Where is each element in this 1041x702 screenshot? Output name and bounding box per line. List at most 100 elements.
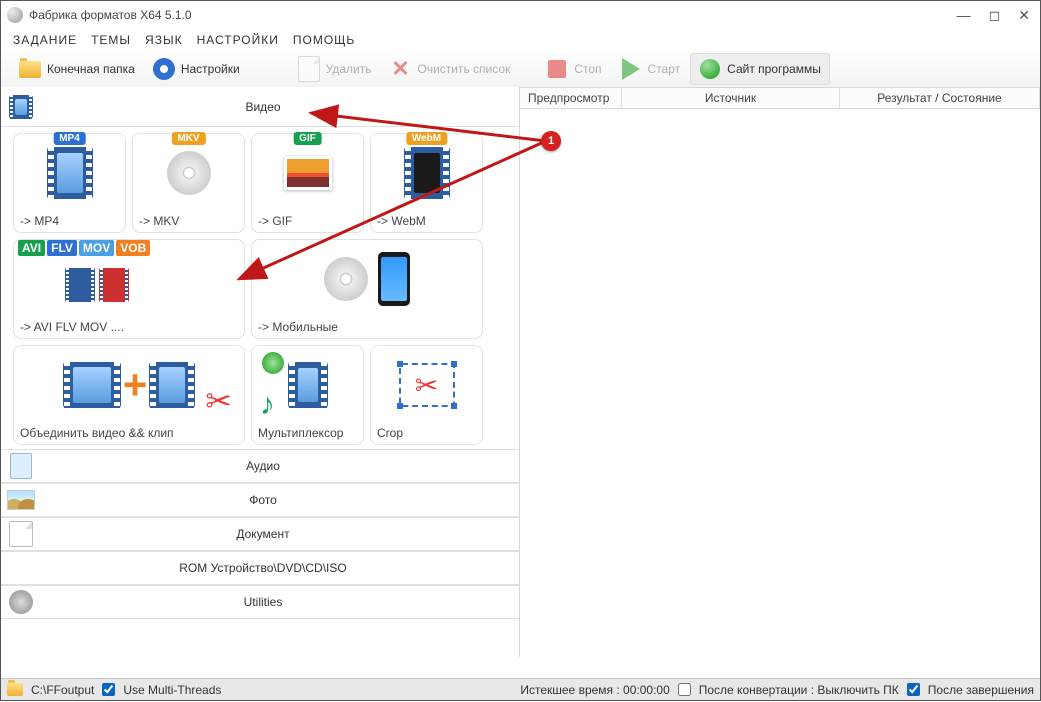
recycle-icon (262, 352, 284, 374)
gear-icon (7, 589, 35, 615)
maximize-button[interactable]: ◻ (989, 7, 1001, 24)
annotation-marker: 1 (541, 131, 561, 151)
card-mobile[interactable]: -> Мобильные (251, 239, 483, 339)
output-folder-label: Конечная папка (47, 62, 135, 76)
card-mux[interactable]: ♪ Мультиплексор (251, 345, 364, 445)
category-utilities-label: Utilities (41, 595, 519, 609)
disc-icon (7, 555, 35, 581)
delete-label: Удалить (326, 62, 372, 76)
elapsed-time: Истекшее время : 00:00:00 (520, 683, 669, 697)
stop-label: Стоп (574, 62, 601, 76)
menu-settings[interactable]: НАСТРОЙКИ (197, 33, 279, 47)
folder-icon (19, 58, 41, 80)
filmstrip-icon (63, 362, 121, 408)
file-list[interactable] (520, 109, 1040, 657)
filmstrip-icon (7, 94, 35, 120)
category-utilities[interactable]: Utilities (1, 585, 519, 619)
category-photo[interactable]: Фото (1, 483, 519, 517)
filmstrip-icon (149, 362, 195, 408)
card-join[interactable]: + ✂ Объединить видео && клип (13, 345, 245, 445)
window-controls: — ◻ ✕ (957, 7, 1034, 24)
settings-button[interactable]: Настройки (145, 54, 248, 84)
clear-list-button[interactable]: ✕ Очистить список (381, 54, 518, 84)
category-audio-label: Аудио (41, 459, 519, 473)
minimize-button[interactable]: — (957, 7, 971, 24)
multithread-label: Use Multi-Threads (123, 683, 221, 697)
menubar: ЗАДАНИЕ ТЕМЫ ЯЗЫК НАСТРОЙКИ ПОМОЩЬ (1, 29, 1040, 51)
statusbar: C:\FFoutput Use Multi-Threads Истекшее в… (1, 678, 1040, 700)
card-crop[interactable]: ✂ Crop (370, 345, 483, 445)
titlebar: Фабрика форматов X64 5.1.0 — ◻ ✕ (1, 1, 1040, 29)
disc-icon (167, 151, 211, 195)
website-label: Сайт программы (727, 62, 821, 76)
stop-icon (546, 58, 568, 80)
gif-badge: GIF (293, 132, 322, 145)
right-pane: Предпросмотр Источник Результат / Состоя… (520, 87, 1040, 657)
menu-help[interactable]: ПОМОЩЬ (293, 33, 355, 47)
card-webm[interactable]: WebM -> WebM (370, 133, 483, 233)
category-document-label: Документ (41, 527, 519, 541)
disc-icon (133, 268, 161, 296)
menu-language[interactable]: ЯЗЫК (145, 33, 183, 47)
category-photo-label: Фото (41, 493, 519, 507)
card-mkv-label: -> MKV (133, 212, 244, 228)
note-icon (7, 453, 35, 479)
toolbar: Конечная папка Настройки Удалить ✕ Очист… (1, 51, 1040, 87)
clear-list-label: Очистить список (417, 62, 510, 76)
start-button[interactable]: Старт (612, 54, 689, 84)
multithread-checkbox[interactable] (102, 683, 115, 696)
sunset-icon (284, 156, 332, 190)
card-gif[interactable]: GIF -> GIF (251, 133, 364, 233)
post-finish-label: После завершения (928, 683, 1034, 697)
post-convert-label: После конвертации : Выключить ПК (699, 683, 899, 697)
card-multi-label: -> AVI FLV MOV .... (14, 318, 244, 334)
gear-icon (153, 58, 175, 80)
post-finish-checkbox[interactable] (907, 683, 920, 696)
category-document[interactable]: Документ (1, 517, 519, 551)
card-webm-label: -> WebM (371, 212, 482, 228)
play-icon (620, 58, 642, 80)
col-preview[interactable]: Предпросмотр (520, 88, 622, 108)
website-button[interactable]: Сайт программы (690, 53, 830, 85)
list-header: Предпросмотр Источник Результат / Состоя… (520, 87, 1040, 109)
close-button[interactable]: ✕ (1018, 7, 1030, 24)
left-pane: Видео MP4 -> MP4 MKV -> MKV GIF (1, 87, 520, 657)
delete-button[interactable]: Удалить (290, 54, 380, 84)
disc-icon (324, 257, 368, 301)
start-label: Старт (648, 62, 681, 76)
filmstrip-icon (99, 268, 129, 302)
crop-frame-icon: ✂ (399, 363, 455, 407)
category-video-label: Видео (41, 100, 519, 114)
x-icon: ✕ (389, 58, 411, 80)
video-grid: MP4 -> MP4 MKV -> MKV GIF -> GIF (1, 127, 519, 449)
stop-button[interactable]: Стоп (538, 54, 609, 84)
card-mp4-label: -> MP4 (14, 212, 125, 228)
card-crop-label: Crop (371, 424, 482, 440)
phone-icon (378, 252, 410, 306)
output-folder-button[interactable]: Конечная папка (11, 54, 143, 84)
col-result[interactable]: Результат / Состояние (840, 88, 1040, 108)
menu-themes[interactable]: ТЕМЫ (91, 33, 131, 47)
category-audio[interactable]: Аудио (1, 449, 519, 483)
multi-badges: AVIFLVMOVVOB (18, 240, 150, 256)
category-video[interactable]: Видео (1, 87, 519, 127)
card-mkv[interactable]: MKV -> MKV (132, 133, 245, 233)
card-multi-format[interactable]: AVIFLVMOVVOB -> AVI FLV MOV .... (13, 239, 245, 339)
filmstrip-icon (47, 147, 93, 199)
menu-task[interactable]: ЗАДАНИЕ (13, 33, 77, 47)
card-gif-label: -> GIF (252, 212, 363, 228)
output-path[interactable]: C:\FFoutput (31, 683, 94, 697)
col-source[interactable]: Источник (622, 88, 840, 108)
card-mobile-label: -> Мобильные (252, 318, 482, 334)
webm-badge: WebM (406, 132, 447, 145)
post-convert-checkbox[interactable] (678, 683, 691, 696)
filmstrip-icon (288, 362, 328, 408)
photo-icon (7, 487, 35, 513)
category-rom-label: ROM Устройство\DVD\CD\ISO (41, 561, 519, 575)
filmstrip-icon (404, 147, 450, 199)
note-icon: ♪ (260, 388, 275, 422)
category-rom[interactable]: ROM Устройство\DVD\CD\ISO (1, 551, 519, 585)
scissors-icon: ✂ (205, 382, 232, 420)
folder-icon[interactable] (7, 683, 23, 696)
card-mp4[interactable]: MP4 -> MP4 (13, 133, 126, 233)
